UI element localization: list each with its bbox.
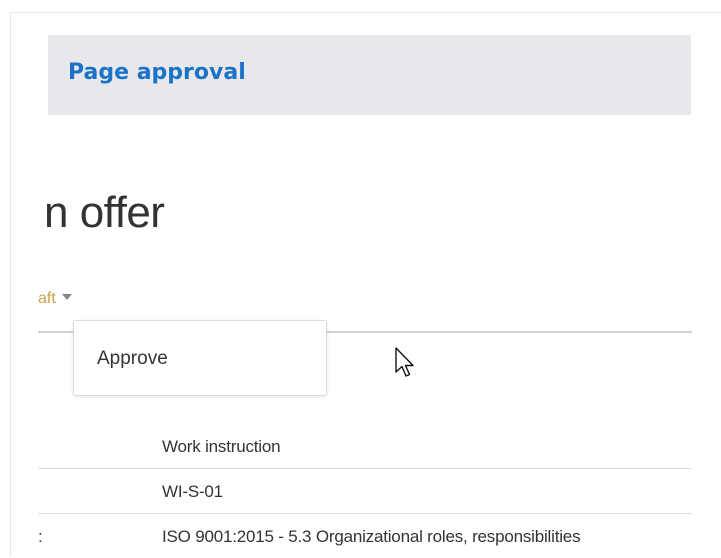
page-title: n offer: [44, 188, 165, 237]
mouse-pointer-icon: [395, 347, 414, 377]
property-row: Work instruction: [38, 424, 692, 469]
status-label: aft: [38, 290, 56, 307]
property-label: :: [38, 527, 43, 546]
page-approval-title: Page approval: [68, 60, 246, 85]
properties-table: Work instruction WI-S-01 : ISO 9001:2015…: [38, 424, 692, 558]
property-value: WI-S-01: [162, 482, 223, 501]
status-dropdown-menu: Approve: [73, 320, 327, 396]
property-row: : ISO 9001:2015 - 5.3 Organizational rol…: [38, 514, 692, 558]
caret-down-icon: [61, 293, 72, 300]
property-row: WI-S-01: [38, 469, 692, 514]
property-value: Work instruction: [162, 437, 281, 456]
approve-menu-item[interactable]: Approve: [97, 348, 168, 370]
status-dropdown[interactable]: aft: [38, 290, 72, 308]
property-value: ISO 9001:2015 - 5.3 Organizational roles…: [162, 527, 581, 546]
